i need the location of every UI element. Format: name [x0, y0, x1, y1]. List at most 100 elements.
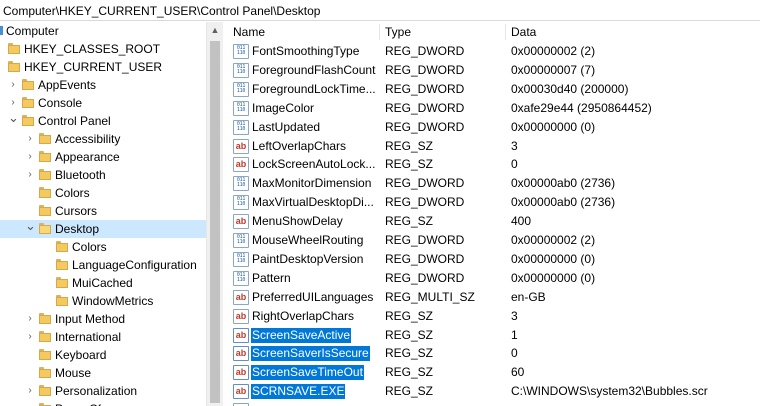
chevron-right-icon[interactable]: › — [25, 313, 35, 325]
value-type: REG_DWORD — [385, 81, 465, 96]
tree-item[interactable]: LanguageConfiguration — [0, 256, 206, 274]
tree-item[interactable]: Colors — [0, 184, 206, 202]
registry-tree[interactable]: Computer HKEY_CLASSES_ROOT HKEY_CURRENT_US… — [0, 22, 206, 406]
tree-item[interactable]: › Bluetooth — [0, 166, 206, 184]
value-row[interactable]: ab LockScreenAutoLock... REG_SZ 0 — [227, 155, 760, 174]
chevron-down-icon[interactable]: ⌄ — [25, 219, 36, 232]
folder-icon — [39, 187, 51, 198]
tree-scrollbar[interactable]: ▲ — [206, 22, 223, 406]
tree-item[interactable]: › Appearance — [0, 148, 206, 166]
value-row[interactable]: 011 110 ForegroundLockTime... REG_DWORD 0x0… — [227, 80, 760, 99]
folder-icon — [56, 295, 68, 306]
tree-item-label: Mouse — [55, 366, 92, 380]
value-row[interactable]: 011 110 LastUpdated REG_DWORD 0x00000000 (0… — [227, 118, 760, 137]
value-row[interactable]: 011 110 ImageColor REG_DWORD 0xafe29e44 (29… — [227, 99, 760, 118]
tree-item[interactable]: WindowMetrics — [0, 292, 206, 310]
value-row[interactable]: 011 110 FontSmoothingType REG_DWORD 0x00000… — [227, 42, 760, 61]
tree-item-label: Bluetooth — [55, 168, 106, 182]
tree-item[interactable]: ⌄ Control Panel — [0, 111, 206, 130]
tree-item-label: MuiCached — [72, 276, 133, 290]
string-value-icon: ab — [233, 214, 249, 230]
chevron-down-icon[interactable]: ⌄ — [8, 111, 19, 124]
value-name: LeftOverlapChars — [252, 138, 347, 153]
value-type: REG_SZ — [385, 138, 434, 153]
value-row[interactable]: ab ScreenSaveActive REG_SZ 1 — [227, 326, 760, 345]
folder-icon — [39, 169, 51, 180]
string-value-icon: ab — [233, 157, 249, 173]
value-row[interactable]: ab MenuShowDelay REG_SZ 400 — [227, 212, 760, 231]
value-data: 3 — [511, 138, 518, 153]
value-type: REG_MULTI_SZ — [385, 289, 475, 304]
column-header-type[interactable]: Type — [379, 22, 411, 42]
tree-item[interactable]: HKEY_CURRENT_USER — [0, 58, 206, 76]
tree-item-label: Keyboard — [55, 348, 107, 362]
value-name: MaxVirtualDesktopDi... — [252, 195, 374, 210]
value-row[interactable]: 011 110 PaintDesktopVersion REG_DWORD 0x000… — [227, 250, 760, 269]
value-data: 0x00000007 (7) — [511, 62, 596, 77]
value-row[interactable]: ab LeftOverlapChars REG_SZ 3 — [227, 137, 760, 156]
value-name: ScreenSaveTimeOut — [251, 365, 364, 381]
chevron-right-icon[interactable]: › — [25, 151, 35, 163]
folder-icon — [22, 79, 34, 90]
chevron-right-icon[interactable]: › — [25, 385, 35, 397]
value-type: REG_SZ — [385, 327, 434, 342]
tree-item[interactable]: Keyboard — [0, 346, 206, 364]
value-row[interactable]: 011 110 MouseWheelRouting REG_DWORD 0x00000… — [227, 231, 760, 250]
values-list: Name Type Data 011 110 FontSmoothingType R… — [227, 22, 760, 406]
tree-item[interactable]: Computer — [0, 22, 206, 40]
folder-icon — [56, 259, 68, 270]
tree-item[interactable]: MuiCached — [0, 274, 206, 292]
tree-item-label: Computer — [6, 24, 59, 38]
scroll-up-arrow-icon[interactable]: ▲ — [207, 22, 223, 39]
tree-item[interactable]: HKEY_CLASSES_ROOT — [0, 40, 206, 58]
address-bar[interactable]: Computer\HKEY_CURRENT_USER\Control Panel… — [0, 0, 760, 21]
scroll-thumb[interactable] — [210, 41, 220, 403]
chevron-right-icon[interactable]: › — [25, 133, 35, 145]
tree-item[interactable]: ›PowerCfg — [0, 400, 206, 406]
value-row[interactable]: 011 110 ForegroundFlashCount REG_DWORD 0x00… — [227, 61, 760, 80]
value-row[interactable]: 011 110 MaxVirtualDesktopDi... REG_DWORD 0x… — [227, 193, 760, 212]
tree-item[interactable]: › Console — [0, 94, 206, 112]
value-row[interactable]: ab RightOverlapChars REG_SZ 3 — [227, 307, 760, 326]
chevron-right-icon[interactable]: › — [8, 97, 18, 109]
tree-item[interactable]: › Personalization — [0, 382, 206, 400]
value-name: FontSmoothingType — [252, 44, 360, 58]
value-row[interactable]: ab SCRNSAVE.EXE REG_SZ C:\WINDOWS\system32\… — [227, 382, 760, 401]
value-type: REG_DWORD — [385, 119, 465, 134]
folder-icon — [39, 205, 51, 216]
folder-icon — [39, 133, 51, 144]
column-header-name[interactable]: Name — [227, 22, 265, 42]
folder-icon — [39, 349, 51, 360]
tree-item[interactable]: › AppEvents — [0, 76, 206, 94]
address-path[interactable]: Computer\HKEY_CURRENT_USER\Control Panel… — [3, 4, 320, 18]
value-name: LastUpdated — [252, 119, 321, 134]
value-row[interactable]: ab PreferredUILanguages REG_MULTI_SZ en-GB — [227, 288, 760, 307]
value-row[interactable]: ab ScreenSaveTimeOut REG_SZ 60 — [227, 363, 760, 382]
value-data: 3 — [511, 308, 518, 323]
dword-value-icon: 011 110 — [233, 44, 249, 59]
value-row[interactable]: ab ScreenSaverIsSecure REG_SZ 0 — [227, 344, 760, 363]
value-name: ImageColor — [252, 100, 315, 115]
chevron-right-icon[interactable]: › — [8, 79, 18, 91]
tree-item[interactable]: › Input Method — [0, 310, 206, 328]
value-name: MenuShowDelay — [252, 214, 343, 229]
chevron-right-icon[interactable]: › — [25, 331, 35, 343]
column-header-data[interactable]: Data — [505, 22, 536, 42]
value-data: 0x00000ab0 (2736) — [511, 176, 616, 191]
tree-item[interactable]: › International — [0, 328, 206, 346]
tree-item[interactable]: ⌄ Desktop — [0, 219, 206, 238]
value-data: 0x00000ab0 (2736) — [511, 195, 616, 210]
tree-item[interactable]: › Accessibility — [0, 130, 206, 148]
value-type: REG_SZ — [385, 157, 434, 172]
value-type: REG_DWORD — [385, 195, 465, 210]
dword-value-icon: 011 110 — [233, 62, 249, 78]
value-row[interactable]: 011 110 Pattern REG_DWORD 0x00000000 (0) — [227, 269, 760, 288]
value-name: SCRNSAVE.EXE — [251, 384, 346, 400]
chevron-right-icon[interactable]: › — [25, 169, 35, 181]
value-row[interactable]: 011 110 MaxMonitorDimension REG_DWORD 0x000… — [227, 174, 760, 193]
value-data: 0 — [511, 346, 518, 361]
value-row[interactable]: ab — [227, 401, 760, 406]
value-data: 0x00000002 (2) — [511, 233, 596, 247]
tree-item[interactable]: Mouse — [0, 364, 206, 382]
tree-item[interactable]: Colors — [0, 238, 206, 256]
